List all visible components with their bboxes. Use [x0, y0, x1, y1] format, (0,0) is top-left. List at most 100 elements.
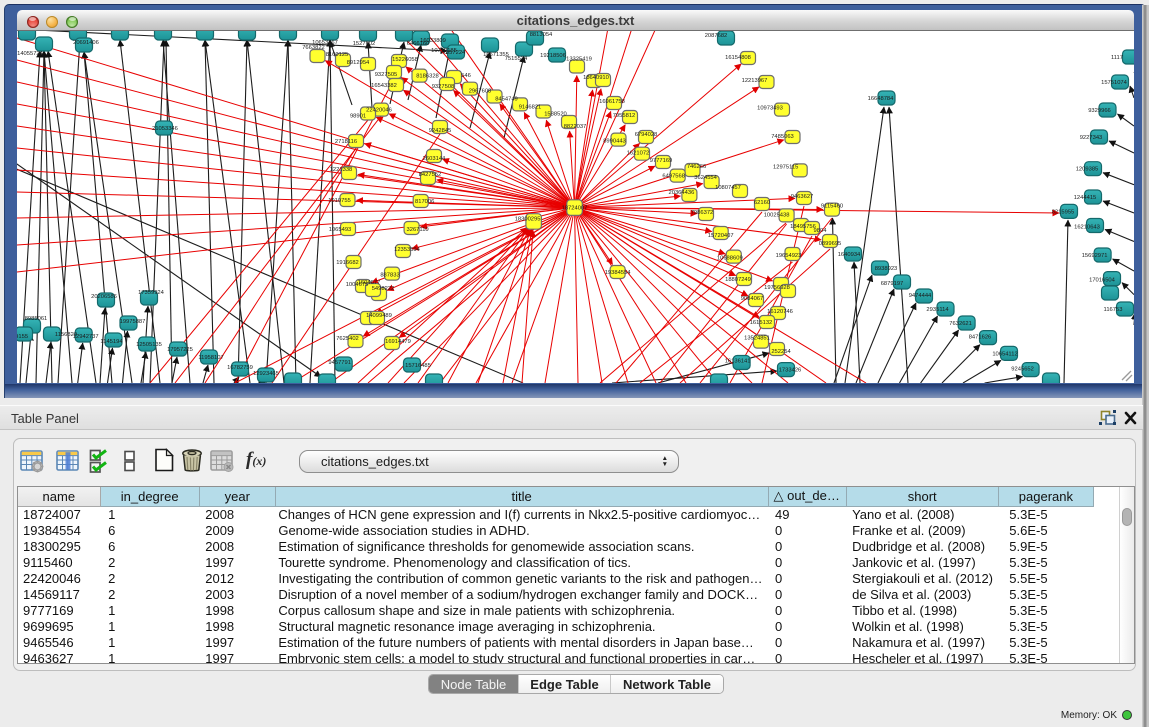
- svg-text:15720407: 15720407: [708, 233, 734, 239]
- svg-text:16543382: 16543382: [371, 83, 397, 89]
- svg-text:18495756: 18495756: [790, 224, 816, 230]
- svg-text:8822037: 8822037: [564, 124, 587, 130]
- svg-text:16136141: 16136141: [725, 359, 751, 365]
- svg-text:1209385: 1209385: [1076, 167, 1099, 173]
- svg-text:16648784: 16648784: [868, 96, 895, 102]
- svg-text:8813054: 8813054: [530, 32, 553, 38]
- svg-text:6794028: 6794028: [635, 132, 658, 138]
- svg-text:15692971: 15692971: [1082, 253, 1108, 259]
- svg-text:39155: 39155: [17, 334, 28, 340]
- svg-text:8160125: 8160125: [326, 52, 349, 58]
- svg-text:9084067: 9084067: [741, 296, 764, 302]
- svg-text:15716485: 15716485: [405, 363, 431, 369]
- svg-text:11958107: 11958107: [198, 355, 223, 361]
- svg-text:1527602: 1527602: [353, 41, 376, 47]
- svg-text:14099489: 14099489: [366, 313, 392, 319]
- svg-text:6879197: 6879197: [881, 281, 904, 287]
- svg-text:17016504: 17016504: [1089, 278, 1116, 284]
- svg-text:10654112: 10654112: [992, 351, 1017, 357]
- svg-text:17359924: 17359924: [138, 290, 165, 296]
- svg-text:3624554: 3624554: [694, 175, 717, 181]
- svg-text:19756928: 19756928: [764, 285, 790, 291]
- svg-text:12942737: 12942737: [73, 334, 99, 340]
- svg-text:20206586: 20206586: [91, 294, 117, 300]
- svg-text:0899695: 0899695: [819, 241, 842, 247]
- svg-text:20364436: 20364436: [669, 190, 695, 196]
- svg-text:116753: 116753: [1104, 307, 1123, 313]
- svg-text:12923465: 12923465: [253, 371, 279, 377]
- svg-text:12353594: 12353594: [394, 247, 421, 253]
- svg-text:5498222: 5498222: [372, 286, 395, 292]
- svg-text:7955812: 7955812: [613, 113, 636, 119]
- svg-text:10973493: 10973493: [757, 106, 783, 112]
- svg-text:1221338: 1221338: [330, 167, 353, 173]
- svg-text:546: 546: [461, 73, 471, 79]
- svg-text:12975115: 12975115: [773, 164, 798, 170]
- svg-text:10688609: 10688609: [717, 256, 743, 262]
- svg-text:1588520: 1588520: [544, 112, 567, 118]
- svg-text:21053346: 21053346: [152, 126, 178, 132]
- svg-text:1117: 1117: [1111, 55, 1123, 61]
- svg-text:18300295: 18300295: [515, 216, 541, 222]
- svg-text:10025438: 10025438: [764, 212, 790, 218]
- svg-text:8938923: 8938923: [875, 266, 898, 272]
- svg-text:12213967: 12213967: [742, 78, 768, 84]
- svg-text:62160: 62160: [754, 200, 770, 206]
- svg-text:8454749: 8454749: [495, 97, 518, 103]
- svg-text:19218506: 19218506: [540, 53, 566, 59]
- svg-text:15226058: 15226058: [392, 57, 418, 63]
- svg-text:19975887: 19975887: [120, 319, 146, 325]
- svg-text:3267110: 3267110: [407, 227, 429, 233]
- svg-text:15751074: 15751074: [1101, 80, 1128, 86]
- svg-text:13524851: 13524851: [744, 336, 770, 342]
- svg-text:1733426: 1733426: [779, 368, 802, 374]
- svg-text:98901: 98901: [350, 114, 366, 120]
- svg-text:9777169: 9777169: [650, 158, 673, 164]
- svg-text:14055724: 14055724: [17, 51, 44, 57]
- svg-text:13325419: 13325419: [566, 57, 592, 63]
- svg-text:1145194: 1145194: [100, 339, 123, 345]
- svg-text:9327508: 9327508: [432, 84, 455, 90]
- svg-text:1604677: 1604677: [358, 280, 381, 286]
- svg-text:6497568: 6497568: [662, 174, 685, 180]
- svg-text:9245652: 9245652: [1011, 367, 1034, 373]
- svg-text:8912954: 8912954: [347, 60, 370, 66]
- svg-text:2603144: 2603144: [423, 156, 446, 162]
- svg-text:8471626: 8471626: [969, 335, 992, 341]
- svg-text:9804: 9804: [814, 228, 828, 234]
- svg-text:7515524: 7515524: [505, 56, 528, 62]
- svg-text:2718116: 2718116: [335, 139, 357, 145]
- svg-text:16782759: 16782759: [227, 365, 253, 371]
- svg-text:19654923: 19654923: [776, 253, 802, 259]
- svg-text:8215955: 8215955: [1052, 209, 1075, 215]
- svg-text:22420046: 22420046: [366, 108, 392, 114]
- svg-text:16033809: 16033809: [420, 38, 446, 44]
- svg-text:9115460: 9115460: [821, 204, 843, 210]
- svg-text:887833: 887833: [380, 273, 399, 279]
- svg-text:2087682: 2087682: [705, 33, 728, 39]
- svg-text:9457791: 9457791: [328, 360, 351, 366]
- svg-text:9327505: 9327505: [375, 72, 398, 78]
- svg-text:9146821: 9146821: [519, 104, 542, 110]
- svg-text:7986372: 7986372: [691, 210, 714, 216]
- svg-text:1640934: 1640934: [838, 252, 861, 258]
- svg-text:8186328: 8186328: [416, 74, 439, 80]
- svg-text:7485063: 7485063: [771, 134, 794, 140]
- svg-text:8990443: 8990443: [603, 139, 626, 145]
- svg-text:16120746: 16120746: [767, 309, 793, 315]
- svg-text:7663822: 7663822: [302, 45, 325, 51]
- svg-text:7625402: 7625402: [336, 336, 359, 342]
- svg-text:18724007: 18724007: [562, 206, 588, 212]
- svg-text:746266: 746266: [687, 164, 706, 170]
- svg-text:19384554: 19384554: [605, 270, 632, 276]
- svg-text:252254: 252254: [771, 349, 791, 355]
- svg-text:20691406: 20691406: [73, 40, 99, 46]
- svg-text:2967608: 2967608: [469, 89, 492, 95]
- svg-text:1621072: 1621072: [627, 151, 650, 157]
- svg-text:16210643: 16210643: [1074, 225, 1100, 231]
- svg-text:7632621: 7632621: [949, 321, 972, 327]
- svg-text:10807457: 10807457: [715, 185, 741, 191]
- svg-text:2935114: 2935114: [926, 307, 949, 313]
- svg-text:1065493: 1065493: [329, 227, 352, 233]
- svg-text:9242845: 9242845: [429, 128, 452, 134]
